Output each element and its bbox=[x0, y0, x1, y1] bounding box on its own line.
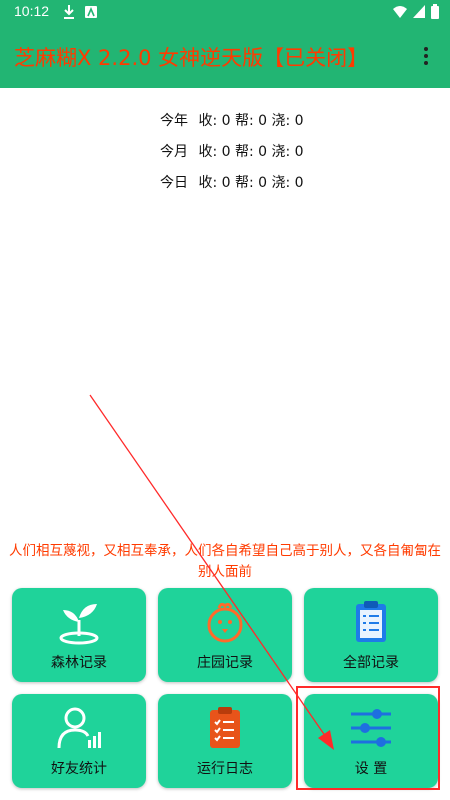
signal-icon bbox=[413, 5, 425, 18]
app-title: 芝麻糊X 2.2.0 女神逆天版【已关闭】 bbox=[14, 46, 369, 70]
clipboard-icon bbox=[356, 601, 386, 642]
button-label: 运行日志 bbox=[197, 761, 253, 777]
user-stats-icon bbox=[57, 707, 101, 749]
button-label: 好友统计 bbox=[51, 761, 107, 777]
settings-highlight-box bbox=[296, 686, 440, 790]
download-icon bbox=[64, 5, 74, 19]
chick-icon bbox=[207, 602, 243, 643]
button-label: 森林记录 bbox=[51, 655, 107, 671]
stat-values: 收: 0 帮: 0 浇: 0 bbox=[198, 175, 304, 191]
wifi-icon bbox=[393, 6, 407, 18]
quote-text: 人们相互蔑视，又相互奉承，人们各自希望自己高于别人，又各自匍匐在别人面前 bbox=[9, 543, 441, 580]
stat-row-month: 今月 收: 0 帮: 0 浇: 0 bbox=[160, 141, 304, 161]
forest-records-button[interactable]: 森林记录 bbox=[12, 588, 146, 682]
farm-records-button[interactable]: 庄园记录 bbox=[158, 588, 292, 682]
log-icon bbox=[210, 707, 240, 748]
friend-stats-button[interactable]: 好友统计 bbox=[12, 694, 146, 788]
app-notification-icon bbox=[85, 6, 97, 18]
button-label: 全部记录 bbox=[343, 655, 399, 671]
stat-row-year: 今年 收: 0 帮: 0 浇: 0 bbox=[160, 110, 304, 130]
stat-period: 今月 bbox=[160, 144, 188, 160]
run-log-button[interactable]: 运行日志 bbox=[158, 694, 292, 788]
status-time: 10:12 bbox=[14, 3, 50, 19]
sprout-icon bbox=[59, 604, 99, 645]
more-options-icon[interactable] bbox=[414, 44, 438, 68]
stat-period: 今日 bbox=[160, 175, 188, 191]
stat-row-day: 今日 收: 0 帮: 0 浇: 0 bbox=[160, 172, 304, 192]
app-bar: 芝麻糊X 2.2.0 女神逆天版【已关闭】 bbox=[0, 24, 450, 88]
battery-icon bbox=[431, 4, 439, 19]
stat-values: 收: 0 帮: 0 浇: 0 bbox=[198, 113, 304, 129]
status-bar: 10:12 bbox=[0, 0, 450, 24]
stat-values: 收: 0 帮: 0 浇: 0 bbox=[198, 144, 304, 160]
all-records-button[interactable]: 全部记录 bbox=[304, 588, 438, 682]
stat-period: 今年 bbox=[160, 113, 188, 129]
button-label: 庄园记录 bbox=[197, 655, 253, 671]
